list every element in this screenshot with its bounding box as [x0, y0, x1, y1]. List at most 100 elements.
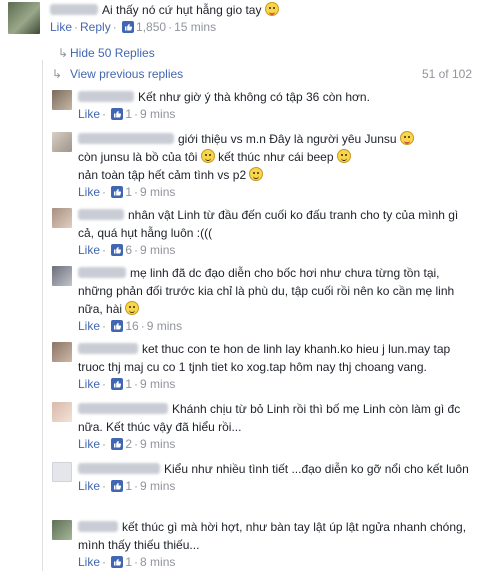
author-name-blurred[interactable]	[50, 4, 98, 15]
avatar[interactable]	[52, 208, 72, 228]
avatar[interactable]	[52, 520, 72, 540]
avatar[interactable]	[52, 132, 72, 152]
avatar[interactable]	[52, 266, 72, 286]
like-link[interactable]: Like	[78, 555, 100, 569]
thumbs-up-icon	[111, 244, 124, 256]
separator-dot: ·	[134, 479, 139, 493]
reply-body: nhân vật Linh từ đầu đến cuối ko đấu tra…	[78, 206, 472, 258]
reply-time[interactable]: 9 mins	[140, 377, 175, 391]
author-name-blurred[interactable]	[78, 133, 174, 144]
avatar[interactable]	[52, 342, 72, 362]
author-name-blurred[interactable]	[78, 91, 134, 102]
like-link[interactable]: Like	[78, 479, 100, 493]
author-name-blurred[interactable]	[78, 209, 124, 220]
like-link[interactable]: Like	[78, 107, 100, 121]
reply-meta: Like · 2 · 9 mins	[78, 436, 472, 452]
separator-dot: ·	[112, 20, 117, 34]
reply-time[interactable]: 9 mins	[140, 185, 175, 199]
reply-body: ket thuc con te hon de linh lay khanh.ko…	[78, 340, 472, 392]
reply-time[interactable]: 9 mins	[140, 243, 175, 257]
comment-time[interactable]: 15 mins	[174, 20, 216, 34]
reply-time[interactable]: 9 mins	[147, 319, 182, 333]
thumbs-up-icon	[111, 438, 124, 450]
like-count[interactable]: 1	[125, 479, 132, 493]
avatar[interactable]	[52, 402, 72, 422]
separator-dot: ·	[134, 377, 139, 391]
separator-dot: ·	[102, 185, 107, 199]
reply-meta: Like · 16 · 9 mins	[78, 318, 472, 334]
separator-dot: ·	[102, 555, 107, 569]
like-link[interactable]: Like	[78, 243, 100, 257]
reply-body: Kiểu như nhiều tình tiết ...đạo diễn ko …	[78, 460, 472, 494]
top-comment: Ai thấy nó cứ hụt hẫng gio tay Like · Repl…	[8, 2, 492, 38]
like-link[interactable]: Like	[78, 185, 100, 199]
reply-body: Kết như giờ ý thà không có tập 36 còn hơ…	[78, 88, 472, 122]
reply-text-line: mẹ linh đã dc đạo diễn cho bốc hơi như c…	[78, 264, 472, 318]
hide-replies-link[interactable]: ↳ Hide 50 Replies	[58, 45, 155, 61]
reply-link[interactable]: Reply	[80, 20, 111, 34]
reply-text-part: kết thúc như cái beep	[214, 150, 337, 164]
like-count[interactable]: 1	[125, 377, 132, 391]
separator-dot: ·	[102, 319, 107, 333]
comment-text: Ai thấy nó cứ hụt hẫng gio tay	[102, 3, 262, 17]
separator-dot: ·	[134, 555, 139, 569]
reply-text: nhân vật Linh từ đầu đến cuối ko đấu tra…	[78, 208, 459, 240]
reply-text: giới thiệu vs m.n Đây là người yêu Junsu…	[78, 130, 472, 184]
like-count[interactable]: 2	[125, 437, 132, 451]
author-name-blurred[interactable]	[78, 267, 126, 278]
avatar[interactable]	[8, 2, 40, 34]
reply-time[interactable]: 9 mins	[140, 107, 175, 121]
reply-text-line: nhân vật Linh từ đầu đến cuối ko đấu tra…	[78, 206, 472, 242]
reply-body: Khánh chịu từ bỏ Linh rồi thì bố mẹ Linh…	[78, 400, 472, 452]
thumbs-up-icon	[111, 480, 124, 492]
like-link[interactable]: Like	[50, 20, 72, 34]
reply-body: mẹ linh đã dc đạo diễn cho bốc hơi như c…	[78, 264, 472, 334]
reply-text-line: Khánh chịu từ bỏ Linh rồi thì bố mẹ Linh…	[78, 400, 472, 436]
like-count[interactable]: 6	[125, 243, 132, 257]
reply-meta: Like · 1 · 9 mins	[78, 478, 472, 494]
reply-text-line: Kết như giờ ý thà không có tập 36 còn hơ…	[78, 88, 472, 106]
separator-dot: ·	[134, 437, 139, 451]
hide-replies-label[interactable]: Hide 50 Replies	[70, 46, 155, 60]
reply-time[interactable]: 9 mins	[140, 437, 175, 451]
separator-dot: ·	[168, 20, 173, 34]
like-link[interactable]: Like	[78, 319, 100, 333]
reply-text-line: ket thuc con te hon de linh lay khanh.ko…	[78, 340, 472, 376]
separator-dot: ·	[134, 243, 139, 257]
comment-line: Ai thấy nó cứ hụt hẫng gio tay	[50, 2, 492, 19]
author-name-blurred[interactable]	[78, 403, 168, 414]
reply-text-line: kết thúc gì mà hời hợt, như bàn tay lật …	[78, 518, 472, 554]
like-count[interactable]: 1	[125, 555, 132, 569]
tongue-emoji-icon	[399, 131, 414, 145]
replies-thread-line	[42, 60, 43, 571]
smile-emoji-icon	[336, 149, 351, 163]
reply-time[interactable]: 9 mins	[140, 479, 175, 493]
reply-meta: Like · 1 · 9 mins	[78, 376, 472, 392]
avatar[interactable]	[52, 462, 72, 482]
reply-text: Kết như giờ ý thà không có tập 36 còn hơ…	[138, 90, 370, 104]
author-name-blurred[interactable]	[78, 521, 118, 532]
view-previous-replies-link[interactable]: View previous replies	[70, 67, 183, 81]
reply-text: Kiểu như nhiều tình tiết ...đạo diễn ko …	[164, 462, 469, 476]
reply-text-part: còn junsu là bồ của tôi	[78, 150, 201, 164]
thumbs-up-icon	[111, 320, 124, 332]
like-link[interactable]: Like	[78, 437, 100, 451]
avatar[interactable]	[52, 90, 72, 110]
author-name-blurred[interactable]	[78, 343, 138, 354]
like-count[interactable]: 16	[125, 319, 138, 333]
thumbs-up-icon	[122, 21, 135, 33]
like-count[interactable]: 1	[125, 107, 132, 121]
author-name-blurred[interactable]	[78, 463, 160, 474]
reply-meta: Like · 1 · 9 mins	[78, 184, 472, 200]
comment-body: Ai thấy nó cứ hụt hẫng gio tay Like · Repl…	[50, 2, 492, 35]
reply-meta: Like · 6 · 9 mins	[78, 242, 472, 258]
reply-time[interactable]: 8 mins	[140, 555, 175, 569]
reply-body: kết thúc gì mà hời hợt, như bàn tay lật …	[78, 518, 472, 570]
like-count[interactable]: 1,850	[136, 20, 166, 34]
like-count[interactable]: 1	[125, 185, 132, 199]
separator-dot: ·	[102, 377, 107, 391]
smile-emoji-icon	[200, 149, 215, 163]
separator-dot: ·	[102, 479, 107, 493]
separator-dot: ·	[102, 437, 107, 451]
like-link[interactable]: Like	[78, 377, 100, 391]
